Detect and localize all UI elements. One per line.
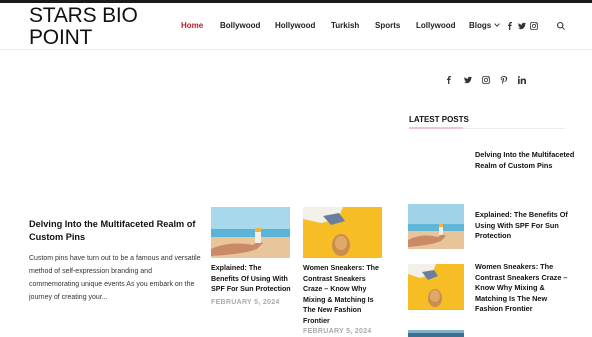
sidebar-post-thumbnail[interactable] xyxy=(408,264,464,310)
latest-posts-heading: LATEST POSTS xyxy=(409,115,469,124)
post-card-thumbnail[interactable] xyxy=(303,207,382,258)
chevron-down-icon xyxy=(494,21,501,27)
nav-item-lollywood[interactable]: Lollywood xyxy=(416,19,456,33)
post-card-date: FEBRUARY 5, 2024 xyxy=(303,328,372,335)
instagram-icon[interactable] xyxy=(481,75,490,84)
post-card-date: FEBRUARY 5, 2024 xyxy=(211,299,280,306)
featured-post-excerpt: Custom pins have turn out to be a famous… xyxy=(29,255,201,301)
featured-post-title[interactable]: Delving Into the Multifaceted Realm of C… xyxy=(29,218,204,244)
linkedin-icon[interactable] xyxy=(517,75,526,84)
sidebar-post-title[interactable]: Women Sneakers: The Contrast Sneakers Cr… xyxy=(475,262,575,315)
header-divider xyxy=(0,49,592,50)
sidebar-post-title[interactable]: Delving Into the Multifaceted Realm of C… xyxy=(475,150,575,171)
post-card-title[interactable]: Women Sneakers: The Contrast Sneakers Cr… xyxy=(303,263,383,326)
nav-item-turkish[interactable]: Turkish xyxy=(331,19,359,33)
post-card-thumbnail[interactable] xyxy=(211,207,290,258)
sidebar-post-title[interactable]: Explained: The Benefits Of Using With SP… xyxy=(475,210,575,242)
latest-posts-underline xyxy=(409,127,463,129)
nav-item-hollywood[interactable]: Hollywood xyxy=(275,19,315,33)
sidebar-post-thumbnail[interactable] xyxy=(408,330,464,337)
search-icon[interactable] xyxy=(556,21,565,30)
sidebar-post-thumbnail[interactable] xyxy=(408,204,464,249)
nav-item-blogs[interactable]: Blogs xyxy=(469,19,501,33)
twitter-icon[interactable] xyxy=(463,75,472,84)
nav-item-home[interactable]: Home xyxy=(181,19,203,33)
main-nav: Home Bollywood Hollywood Turkish Sports … xyxy=(0,19,592,33)
twitter-icon[interactable] xyxy=(517,21,526,30)
instagram-icon[interactable] xyxy=(529,21,538,30)
nav-item-bollywood[interactable]: Bollywood xyxy=(220,19,260,33)
nav-item-blogs-label: Blogs xyxy=(469,21,492,30)
post-card-title[interactable]: Explained: The Benefits Of Using With SP… xyxy=(211,263,291,295)
facebook-icon[interactable] xyxy=(444,75,453,84)
pinterest-icon[interactable] xyxy=(499,75,508,84)
facebook-icon[interactable] xyxy=(505,21,514,30)
top-bar xyxy=(0,0,592,3)
nav-item-sports[interactable]: Sports xyxy=(375,19,400,33)
